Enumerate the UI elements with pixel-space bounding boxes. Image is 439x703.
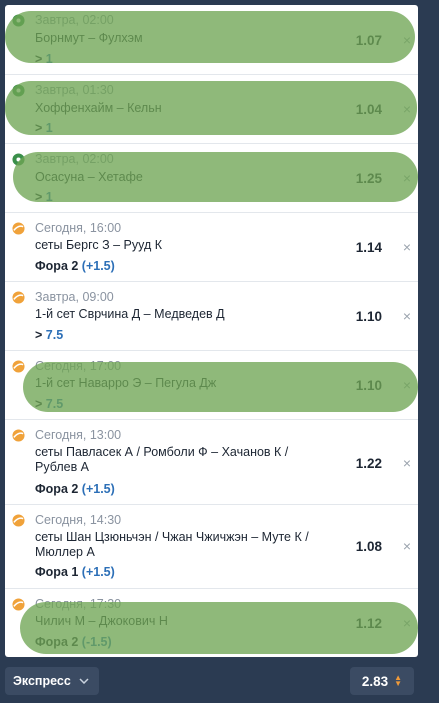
bet-match: сеты Бергс З – Рууд К xyxy=(35,238,163,252)
remove-bet-button[interactable]: × xyxy=(403,308,411,324)
football-icon xyxy=(12,84,25,97)
tennis-icon xyxy=(12,598,25,611)
odds-change-icon: ▲ ▼ xyxy=(394,673,403,688)
bet-time: Сегодня, 16:00 xyxy=(35,221,122,235)
bet-slip: Завтра, 02:00 Борнмут – Фулхэм > 1 1.07 … xyxy=(5,5,418,657)
bet-time: Завтра, 02:00 xyxy=(35,13,114,27)
bet-market: > 1 xyxy=(35,190,53,204)
chevron-down-icon xyxy=(79,678,89,684)
tennis-icon xyxy=(12,429,25,442)
bet-match: 1-й сет Сврчина Д – Медведев Д xyxy=(35,307,225,321)
bet-item: Завтра, 09:00 1-й сет Сврчина Д – Медвед… xyxy=(5,282,418,351)
bet-market: Фора 2 (-1.5) xyxy=(35,635,112,649)
remove-bet-button[interactable]: × xyxy=(403,101,411,117)
bet-item: Сегодня, 17:30 Чилич М – Джокович Н Фора… xyxy=(5,589,418,657)
bet-match: Осасуна – Хетафе xyxy=(35,170,143,184)
bet-market: > 7.5 xyxy=(35,397,64,411)
bet-time: Сегодня, 13:00 xyxy=(35,428,122,442)
bet-match: сеты Шан Цзюньчэн / Чжан Чжичжэн – Муте … xyxy=(35,530,309,559)
remove-bet-button[interactable]: × xyxy=(403,615,411,631)
bet-type-label: Экспресс xyxy=(13,674,71,688)
bet-time: Сегодня, 17:30 xyxy=(35,597,122,611)
remove-bet-button[interactable]: × xyxy=(403,455,411,471)
bet-odds: 1.04 xyxy=(355,102,382,117)
bet-odds: 1.08 xyxy=(355,539,382,554)
bet-item: Сегодня, 16:00 сеты Бергс З – Рууд К Фор… xyxy=(5,213,418,282)
bet-item: Сегодня, 17:00 1-й сет Наварро Э – Пегул… xyxy=(5,351,418,420)
bet-odds: 1.10 xyxy=(355,309,382,324)
bet-time: Завтра, 01:30 xyxy=(35,83,114,97)
tennis-icon xyxy=(12,222,25,235)
bet-item: Сегодня, 14:30 сеты Шан Цзюньчэн / Чжан … xyxy=(5,505,418,589)
bet-match: Хоффенхайм – Кельн xyxy=(35,101,162,115)
bet-market: Фора 2 (+1.5) xyxy=(35,259,115,273)
football-icon xyxy=(12,14,25,27)
remove-bet-button[interactable]: × xyxy=(403,538,411,554)
bet-market: > 1 xyxy=(35,52,53,66)
bet-item: Завтра, 01:30 Хоффенхайм – Кельн > 1 1.0… xyxy=(5,75,418,144)
bet-match: 1-й сет Наварро Э – Пегула Дж xyxy=(35,376,217,390)
bet-odds: 1.12 xyxy=(355,616,382,631)
bet-time: Завтра, 02:00 xyxy=(35,152,114,166)
remove-bet-button[interactable]: × xyxy=(403,32,411,48)
slip-footer: Экспресс 2.83 ▲ ▼ xyxy=(0,657,439,703)
bet-time: Сегодня, 17:00 xyxy=(35,359,122,373)
bet-market: > 1 xyxy=(35,121,53,135)
bet-odds: 1.10 xyxy=(355,378,382,393)
bet-odds: 1.14 xyxy=(355,240,382,255)
bet-market: Фора 2 (+1.5) xyxy=(35,482,115,496)
bet-match: Чилич М – Джокович Н xyxy=(35,614,168,628)
bet-market: > 7.5 xyxy=(35,328,64,342)
tennis-icon xyxy=(12,360,25,373)
tennis-icon xyxy=(12,514,25,527)
football-icon xyxy=(12,153,25,166)
bet-type-dropdown[interactable]: Экспресс xyxy=(5,667,99,695)
bet-item: Завтра, 02:00 Осасуна – Хетафе > 1 1.25 … xyxy=(5,144,418,213)
bet-match: Борнмут – Фулхэм xyxy=(35,31,143,45)
bet-odds: 1.22 xyxy=(355,456,382,471)
bet-market: Фора 1 (+1.5) xyxy=(35,565,115,579)
bet-odds: 1.25 xyxy=(355,171,382,186)
total-odds-box: 2.83 ▲ ▼ xyxy=(350,667,414,695)
bet-item: Сегодня, 13:00 сеты Павласек А / Ромболи… xyxy=(5,420,418,505)
remove-bet-button[interactable]: × xyxy=(403,239,411,255)
bet-match: сеты Павласек А / Ромболи Ф – Хачанов К … xyxy=(35,445,289,474)
bet-odds: 1.07 xyxy=(355,33,382,48)
remove-bet-button[interactable]: × xyxy=(403,170,411,186)
bet-time: Завтра, 09:00 xyxy=(35,290,114,304)
bet-item: Завтра, 02:00 Борнмут – Фулхэм > 1 1.07 … xyxy=(5,5,418,75)
bet-time: Сегодня, 14:30 xyxy=(35,513,122,527)
total-odds: 2.83 xyxy=(361,673,389,689)
remove-bet-button[interactable]: × xyxy=(403,377,411,393)
tennis-icon xyxy=(12,291,25,304)
